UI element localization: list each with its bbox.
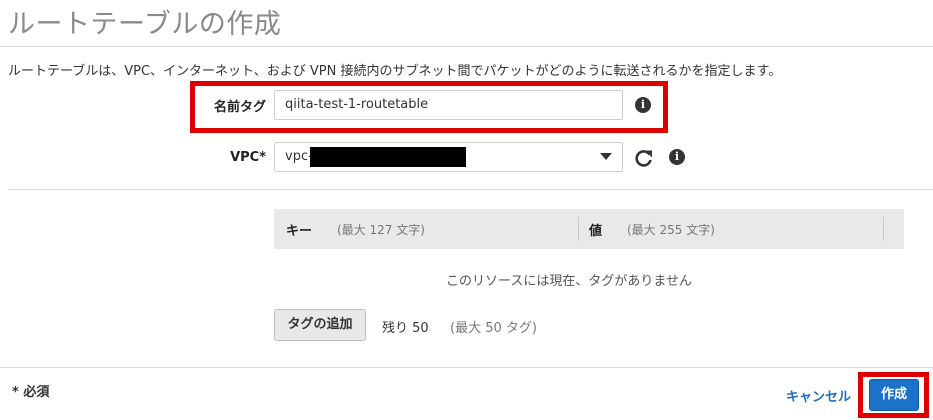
create-button[interactable]: 作成 (869, 379, 919, 411)
required-note: * 必須 (12, 385, 50, 400)
vpc-redaction (310, 147, 466, 167)
caret-down-icon[interactable] (600, 153, 612, 161)
add-tag-button[interactable]: タグの追加 (274, 309, 366, 341)
tags-value-header: 値 (589, 224, 603, 239)
name-tag-input[interactable]: qiita-test-1-routetable (274, 90, 623, 120)
tags-max: (最大 50 タグ) (450, 321, 537, 336)
name-tag-label: 名前タグ (213, 100, 266, 115)
form-divider (8, 189, 933, 190)
title-divider (0, 46, 933, 47)
footer-divider (0, 367, 933, 368)
name-tag-info-icon[interactable]: i (635, 97, 651, 113)
vpc-value-prefix: vpc- (285, 149, 313, 164)
tags-key-header: キー (286, 224, 313, 239)
page-description: ルートテーブルは、VPC、インターネット、および VPN 接続内のサブネット間で… (8, 64, 782, 79)
refresh-icon[interactable] (634, 148, 654, 168)
cancel-link[interactable]: キャンセル (786, 386, 851, 405)
column-separator (578, 217, 579, 241)
tags-empty-message: このリソースには現在、タグがありません (446, 274, 692, 289)
tags-key-hint: (最大 127 文字) (337, 223, 425, 237)
vpc-label: VPC* (230, 150, 266, 165)
vpc-info-icon[interactable]: i (669, 149, 685, 165)
page-title: ルートテーブルの作成 (8, 9, 282, 40)
column-separator-end (883, 217, 884, 241)
tags-value-hint: (最大 255 文字) (627, 223, 715, 237)
tags-remaining: 残り 50 (382, 321, 429, 336)
